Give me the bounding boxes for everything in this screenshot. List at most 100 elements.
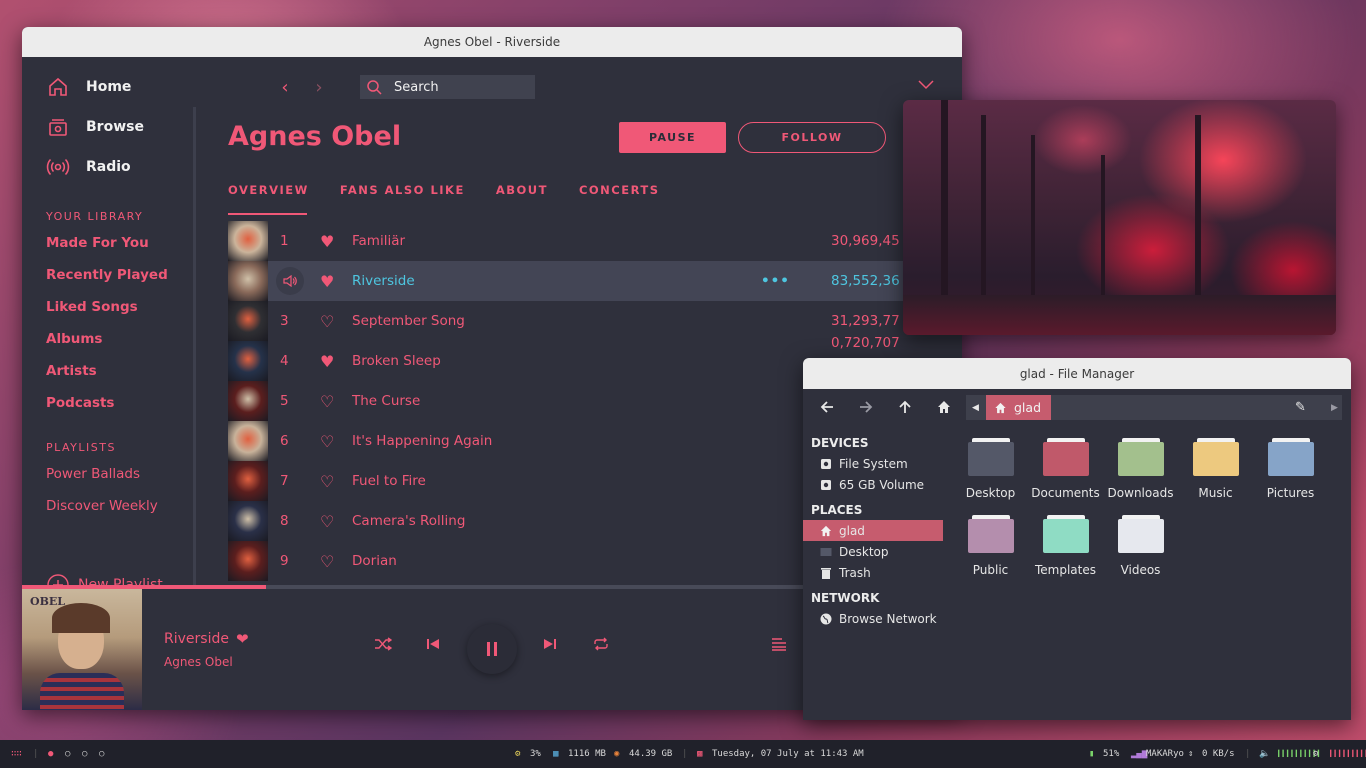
- sidebar-scrollbar[interactable]: [193, 107, 196, 607]
- queue-icon: [772, 638, 786, 651]
- previous-button[interactable]: [426, 637, 440, 655]
- heart-outline-icon[interactable]: ♡: [320, 432, 352, 451]
- now-playing-title[interactable]: Riverside: [164, 631, 229, 647]
- path-crumb-glad[interactable]: glad: [986, 395, 1052, 420]
- track-title: The Curse: [352, 393, 421, 409]
- edit-path-icon[interactable]: ✎: [1295, 400, 1306, 415]
- fm-place-65-gb-volume[interactable]: 65 GB Volume: [803, 474, 943, 495]
- library-recently-played[interactable]: Recently Played: [46, 259, 194, 291]
- nav-browse[interactable]: Browse: [46, 107, 194, 147]
- queue-button[interactable]: [771, 637, 787, 655]
- folder-desktop[interactable]: Desktop: [953, 438, 1028, 515]
- fm-forward-button[interactable]: [846, 389, 885, 425]
- workspace-2-icon[interactable]: ○: [65, 749, 70, 759]
- tab-concerts[interactable]: CONCERTS: [579, 183, 660, 215]
- fm-place-desktop[interactable]: Desktop: [803, 541, 943, 562]
- path-left-arrow-icon[interactable]: ◀: [972, 403, 979, 413]
- folder-public[interactable]: Public: [953, 515, 1028, 592]
- playlist-discover-weekly[interactable]: Discover Weekly: [46, 490, 194, 522]
- heart-filled-icon[interactable]: ♥: [320, 232, 352, 251]
- track-number: 5: [280, 393, 289, 409]
- chevron-down-icon[interactable]: [918, 75, 934, 94]
- tab-fans-also-like[interactable]: FANS ALSO LIKE: [340, 183, 465, 215]
- speaker-icon[interactable]: [276, 267, 304, 295]
- more-options-icon[interactable]: •••: [761, 273, 790, 289]
- fm-home-button[interactable]: [924, 389, 963, 425]
- fm-place-glad[interactable]: glad: [803, 520, 943, 541]
- tab-about[interactable]: ABOUT: [496, 183, 548, 215]
- wallpaper-preview-window[interactable]: [903, 100, 1336, 335]
- cpu-usage: 3%: [530, 749, 541, 759]
- heart-outline-icon[interactable]: ♡: [320, 392, 352, 411]
- fm-place-trash[interactable]: Trash: [803, 562, 943, 583]
- path-right-arrow-icon[interactable]: ▶: [1331, 403, 1338, 413]
- workspace-3-icon[interactable]: ○: [82, 749, 87, 759]
- library-podcasts[interactable]: Podcasts: [46, 387, 194, 419]
- network-name[interactable]: MAKARyo: [1146, 749, 1184, 759]
- workspace-4-icon[interactable]: ○: [99, 749, 104, 759]
- heart-outline-icon[interactable]: ♡: [320, 312, 352, 331]
- power-bar[interactable]: ❙❙❙❙❙❙❙❙❙❙: [1328, 749, 1366, 759]
- folder-pictures[interactable]: Pictures: [1253, 438, 1328, 515]
- nav-radio[interactable]: Radio: [46, 147, 194, 187]
- radio-icon: [46, 158, 70, 176]
- track-thumbnail: [228, 421, 268, 461]
- search-icon: [367, 80, 382, 95]
- heart-icon[interactable]: ❤: [236, 630, 249, 648]
- folder-videos[interactable]: Videos: [1103, 515, 1178, 592]
- fm-up-button[interactable]: [885, 389, 924, 425]
- fm-place-browse-network[interactable]: Browse Network: [803, 608, 943, 629]
- folder-music[interactable]: Music: [1178, 438, 1253, 515]
- date-time[interactable]: Tuesday, 07 July at 11:43 AM: [712, 749, 864, 759]
- nav-home[interactable]: Home: [46, 67, 194, 107]
- folder-documents[interactable]: Documents: [1028, 438, 1103, 515]
- track-title: Familiär: [352, 233, 406, 249]
- forward-button[interactable]: ›: [302, 75, 336, 99]
- next-button[interactable]: [543, 637, 557, 655]
- settings-icon[interactable]: ⚙: [1313, 749, 1318, 759]
- spotify-sidebar: Home Browse Radio YOUR LIBRARY Made For …: [22, 57, 194, 612]
- heart-outline-icon[interactable]: ♡: [320, 512, 352, 531]
- library-albums[interactable]: Albums: [46, 323, 194, 355]
- spotify-titlebar[interactable]: Agnes Obel - Riverside: [22, 27, 962, 57]
- fm-sidebar: DEVICES File System 65 GB Volume PLACES glad…: [803, 432, 943, 629]
- follow-button[interactable]: FOLLOW: [738, 122, 886, 153]
- heart-outline-icon[interactable]: ♡: [320, 472, 352, 491]
- library-liked-songs[interactable]: Liked Songs: [46, 291, 194, 323]
- file-manager-titlebar[interactable]: glad - File Manager: [803, 358, 1351, 389]
- track-plays: 83,552,36: [831, 273, 900, 289]
- pause-button[interactable]: PAUSE: [619, 122, 726, 153]
- folder-templates[interactable]: Templates: [1028, 515, 1103, 592]
- folder-icon: [967, 438, 1014, 476]
- back-button[interactable]: ‹: [268, 75, 302, 99]
- search-input[interactable]: Search: [360, 75, 535, 99]
- now-playing-artist[interactable]: Agnes Obel: [164, 655, 233, 669]
- wifi-signal-icon: ▂▄▆: [1131, 749, 1148, 759]
- apps-grid-icon[interactable]: ∷∷: [11, 749, 22, 759]
- album-cover[interactable]: OBEL: [22, 589, 142, 710]
- library-made-for-you[interactable]: Made For You: [46, 227, 194, 259]
- track-number: 8: [280, 513, 289, 529]
- track-row[interactable]: 1 ♥ Familiär 30,969,45: [228, 221, 962, 261]
- track-number: 3: [280, 313, 289, 329]
- repeat-button[interactable]: [593, 637, 609, 655]
- heart-filled-icon[interactable]: ♥: [320, 272, 352, 291]
- workspace-1-icon[interactable]: ●: [48, 749, 53, 759]
- location-bar[interactable]: ◀ glad ✎ ▶: [966, 395, 1342, 420]
- window-title: Agnes Obel - Riverside: [423, 35, 561, 49]
- shuffle-icon: [375, 637, 393, 651]
- playlist-power-ballads[interactable]: Power Ballads: [46, 458, 194, 490]
- globe-icon: [820, 613, 832, 625]
- play-pause-button[interactable]: [467, 624, 517, 674]
- fm-back-button[interactable]: [807, 389, 846, 425]
- fm-place-file-system[interactable]: File System: [803, 453, 943, 474]
- tab-overview[interactable]: OVERVIEW: [228, 183, 309, 215]
- folder-downloads[interactable]: Downloads: [1103, 438, 1178, 515]
- library-artists[interactable]: Artists: [46, 355, 194, 387]
- track-row[interactable]: ♥ Riverside ••• 83,552,36: [228, 261, 962, 301]
- heart-filled-icon[interactable]: ♥: [320, 352, 352, 371]
- shuffle-button[interactable]: [374, 637, 393, 655]
- heart-outline-icon[interactable]: ♡: [320, 552, 352, 571]
- repeat-icon: [594, 637, 608, 651]
- volume-icon[interactable]: 🔈: [1259, 749, 1270, 759]
